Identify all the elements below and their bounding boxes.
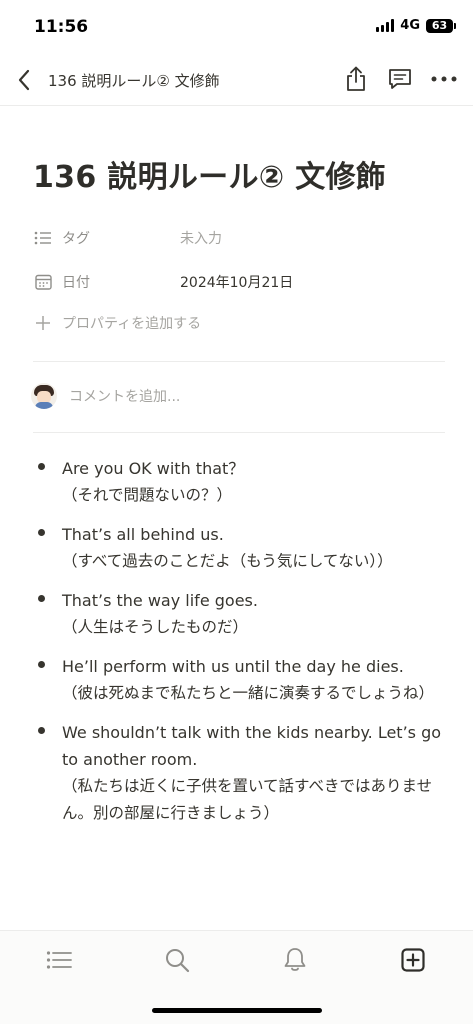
signal-icon [376,19,395,32]
property-name-tag: タグ [62,231,90,247]
bullet-dot [38,529,45,536]
list-item[interactable]: That’s all behind us. （すべて過去のことだよ（もう気にして… [33,521,445,575]
list-item-japanese: （彼は死ぬまで私たちと一緒に演奏するでしょうね） [62,684,435,702]
tab-notifications[interactable] [278,943,312,977]
divider [33,361,445,362]
tab-home[interactable] [42,943,76,977]
battery-level: 63 [431,19,448,32]
battery-icon: 63 [426,18,456,33]
add-property-label: プロパティを追加する [62,316,202,332]
list-item-japanese: （人生はそうしたものだ） [62,618,249,636]
property-tag[interactable]: タグ 未入力 [33,226,222,250]
add-property-button[interactable]: プロパティを追加する [33,313,201,333]
divider [33,432,445,433]
new-page-button[interactable] [396,943,430,977]
plus-icon [33,313,53,333]
search-icon [166,949,190,973]
status-indicators: 4G 63 [376,18,456,33]
share-button[interactable] [341,64,371,94]
calendar-icon [33,272,53,292]
tab-search[interactable] [160,943,194,977]
page-title[interactable]: 136 説明ルール② 文修飾 [33,152,386,196]
network-type: 4G [400,18,420,33]
property-value-date[interactable]: 2024年10月21日 [180,272,293,292]
avatar [31,383,57,409]
new-page-icon [401,948,425,972]
status-time: 11:56 [34,17,89,37]
back-button[interactable] [10,66,38,94]
list-item[interactable]: We shouldn’t talk with the kids nearby. … [33,719,445,827]
list-item[interactable]: Are you OK with that？ （それで問題ないの？） [33,455,445,509]
comment-placeholder: コメントを追加... [69,389,181,405]
list-item-english: That’s all behind us. [62,525,224,544]
bell-icon [284,948,306,971]
nav-actions [341,64,459,94]
bullet-dot [38,595,45,602]
share-icon [347,66,365,91]
comment-icon [389,69,411,89]
list-item-english: That’s the way life goes. [62,591,258,610]
home-indicator [152,1008,322,1013]
bullet-dot [38,661,45,668]
list-item-english: Are you OK with that？ [62,459,245,478]
comments-button[interactable] [385,64,415,94]
property-value-tag[interactable]: 未入力 [180,228,222,248]
comment-input[interactable]: コメントを追加... [31,383,180,409]
list-item-english: We shouldn’t talk with the kids nearby. … [62,723,442,769]
list-item-japanese: （それで問題ないの？） [62,486,233,504]
list-icon [46,951,72,969]
list-item-japanese: （私たちは近くに子供を置いて話すべきではありません。別の部屋に行きましょう） [62,777,432,822]
bullet-dot [38,463,45,470]
property-date[interactable]: 日付 2024年10月21日 [33,270,293,294]
more-icon [431,76,457,82]
property-name-date: 日付 [62,275,90,291]
nav-bar: 136 説明ルール② 文修飾 [0,54,473,106]
list-item-japanese: （すべて過去のことだよ（もう気にしてない）） [62,552,393,570]
more-button[interactable] [429,64,459,94]
nav-title: 136 説明ルール② 文修飾 [48,72,220,90]
chevron-left-icon [18,69,30,91]
list-item[interactable]: That’s the way life goes. （人生はそうしたものだ） [33,587,445,641]
list-item-english: He’ll perform with us until the day he d… [62,657,404,676]
list-icon [33,228,53,248]
bullet-list: Are you OK with that？ （それで問題ないの？） That’s… [33,455,445,839]
list-item[interactable]: He’ll perform with us until the day he d… [33,653,445,707]
bullet-dot [38,727,45,734]
status-bar: 11:56 4G 63 [0,0,473,50]
